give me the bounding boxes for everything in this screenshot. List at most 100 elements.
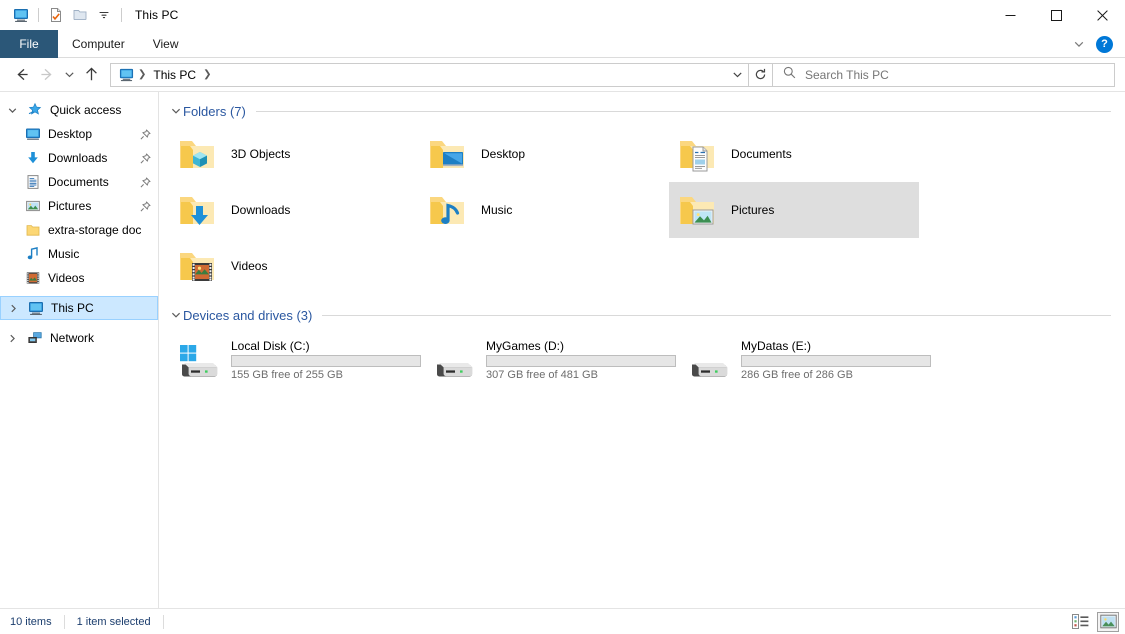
folder-item-videos[interactable]: Videos	[169, 238, 419, 294]
navigation-bar: ❯ This PC ❯ Search This PC	[0, 58, 1125, 91]
sidebar-item-label: Documents	[48, 175, 109, 189]
folder-item-label: Downloads	[231, 203, 291, 217]
documents-icon	[22, 174, 44, 190]
folder-icon	[22, 222, 44, 238]
window-controls	[987, 0, 1125, 30]
chevron-down-icon[interactable]	[169, 310, 183, 320]
group-header-folders[interactable]: Folders (7)	[169, 100, 1125, 122]
sidebar-item-downloads[interactable]: Downloads	[0, 146, 158, 170]
recent-locations-button[interactable]	[60, 62, 78, 88]
drive-usage-bar	[231, 355, 421, 367]
status-separator	[63, 614, 65, 629]
drive-item-mygames-d[interactable]: MyGames (D:) 307 GB free of 481 GB	[424, 332, 679, 388]
drive-icon	[428, 338, 480, 382]
folder-desktop-icon	[423, 130, 471, 178]
breadcrumb-separator-1[interactable]: ❯	[201, 69, 213, 80]
drive-item-mydatas-e[interactable]: MyDatas (E:) 286 GB free of 286 GB	[679, 332, 934, 388]
chevron-down-icon[interactable]	[169, 106, 183, 116]
chevron-right-icon[interactable]	[1, 304, 25, 313]
breadcrumb-separator-0[interactable]: ❯	[136, 69, 148, 80]
drive-info: MyGames (D:) 307 GB free of 481 GB	[486, 339, 676, 381]
folder-item-3d-objects[interactable]: 3D Objects	[169, 126, 419, 182]
chevron-down-icon[interactable]	[0, 106, 24, 115]
folder-item-label: Documents	[731, 147, 792, 161]
folder-item-pictures[interactable]: Pictures	[669, 182, 919, 238]
tab-computer[interactable]: Computer	[58, 30, 139, 58]
group-header-devices[interactable]: Devices and drives (3)	[169, 304, 1125, 326]
group-title: Devices and drives (3)	[183, 307, 313, 323]
sidebar-item-desktop[interactable]: Desktop	[0, 122, 158, 146]
windows-drive-icon	[173, 338, 225, 382]
tab-file[interactable]: File	[0, 30, 58, 58]
drive-free-text: 307 GB free of 481 GB	[486, 369, 598, 381]
sidebar-item-videos[interactable]: Videos	[0, 266, 158, 290]
sidebar-item-pictures[interactable]: Pictures	[0, 194, 158, 218]
status-item-count: 10 items	[10, 615, 52, 628]
folders-grid: 3D Objects Desktop Documents Downloads M…	[169, 126, 1125, 294]
folder-item-downloads[interactable]: Downloads	[169, 182, 419, 238]
this-pc-icon[interactable]	[117, 66, 135, 84]
star-icon	[24, 102, 46, 118]
folder-item-label: 3D Objects	[231, 147, 291, 161]
back-button[interactable]	[8, 62, 34, 88]
forward-button[interactable]	[34, 62, 60, 88]
maximize-button[interactable]	[1033, 0, 1079, 30]
ribbon-right-controls: ?	[1068, 30, 1119, 58]
pin-icon[interactable]	[138, 152, 152, 164]
search-input[interactable]: Search This PC	[805, 68, 889, 82]
sidebar-item-extra-storage-doc[interactable]: extra-storage doc	[0, 218, 158, 242]
sidebar-item-documents[interactable]: Documents	[0, 170, 158, 194]
sidebar-item-this-pc[interactable]: This PC	[0, 296, 158, 320]
close-button[interactable]	[1079, 0, 1125, 30]
pictures-icon	[22, 198, 44, 214]
address-dropdown-icon[interactable]	[726, 64, 748, 86]
group-title: Folders (7)	[183, 103, 246, 119]
pin-icon[interactable]	[138, 176, 152, 188]
up-button[interactable]	[78, 62, 104, 88]
chevron-right-icon[interactable]	[0, 334, 24, 343]
customize-dropdown-icon[interactable]	[92, 4, 116, 26]
folder-music-icon	[423, 186, 471, 234]
folder-item-documents[interactable]: Documents	[669, 126, 919, 182]
search-box[interactable]: Search This PC	[773, 62, 1115, 87]
properties-icon[interactable]	[44, 4, 68, 26]
ribbon-tab-bar: File Computer View ?	[0, 30, 1125, 58]
folder-item-desktop[interactable]: Desktop	[419, 126, 669, 182]
drive-item-local-disk-c[interactable]: Local Disk (C:) 155 GB free of 255 GB	[169, 332, 424, 388]
address-bar[interactable]: ❯ This PC ❯	[110, 62, 773, 87]
sidebar-item-quick-access[interactable]: Quick access	[0, 98, 158, 122]
chevron-down-icon[interactable]	[1068, 33, 1090, 55]
qat-separator-2	[121, 8, 122, 22]
details-view-button[interactable]	[1069, 612, 1091, 632]
help-icon[interactable]: ?	[1096, 35, 1113, 53]
sidebar-item-network[interactable]: Network	[0, 326, 158, 350]
breadcrumb-item-this-pc[interactable]: This PC	[149, 66, 200, 84]
sidebar-item-label: extra-storage doc	[48, 223, 142, 237]
minimize-button[interactable]	[987, 0, 1033, 30]
sidebar-item-label: Videos	[48, 271, 85, 285]
sidebar-item-music[interactable]: Music	[0, 242, 158, 266]
tab-view[interactable]: View	[139, 30, 193, 58]
sidebar-item-label: Music	[48, 247, 80, 261]
drive-usage-bar	[486, 355, 676, 367]
new-folder-icon[interactable]	[68, 4, 92, 26]
music-icon	[22, 246, 44, 262]
folder-videos-icon	[173, 242, 221, 290]
this-pc-icon[interactable]	[9, 4, 33, 26]
group-rule	[255, 110, 1111, 112]
folder-documents-icon	[673, 130, 721, 178]
status-bar: 10 items 1 item selected	[0, 608, 1125, 634]
breadcrumb: ❯ This PC ❯	[111, 66, 726, 84]
sidebar-item-label: Downloads	[48, 151, 108, 165]
title-bar: This PC	[0, 0, 1125, 30]
drive-info: Local Disk (C:) 155 GB free of 255 GB	[231, 339, 421, 381]
pin-icon[interactable]	[138, 128, 152, 140]
content-pane: Folders (7) 3D Objects Desktop Documents…	[159, 92, 1125, 608]
drive-info: MyDatas (E:) 286 GB free of 286 GB	[741, 339, 931, 381]
folder-item-label: Music	[481, 203, 513, 217]
pin-icon[interactable]	[138, 200, 152, 212]
folder-item-music[interactable]: Music	[419, 182, 669, 238]
drive-usage-bar	[741, 355, 931, 367]
large-icons-view-button[interactable]	[1097, 611, 1119, 632]
refresh-button[interactable]	[748, 63, 772, 86]
